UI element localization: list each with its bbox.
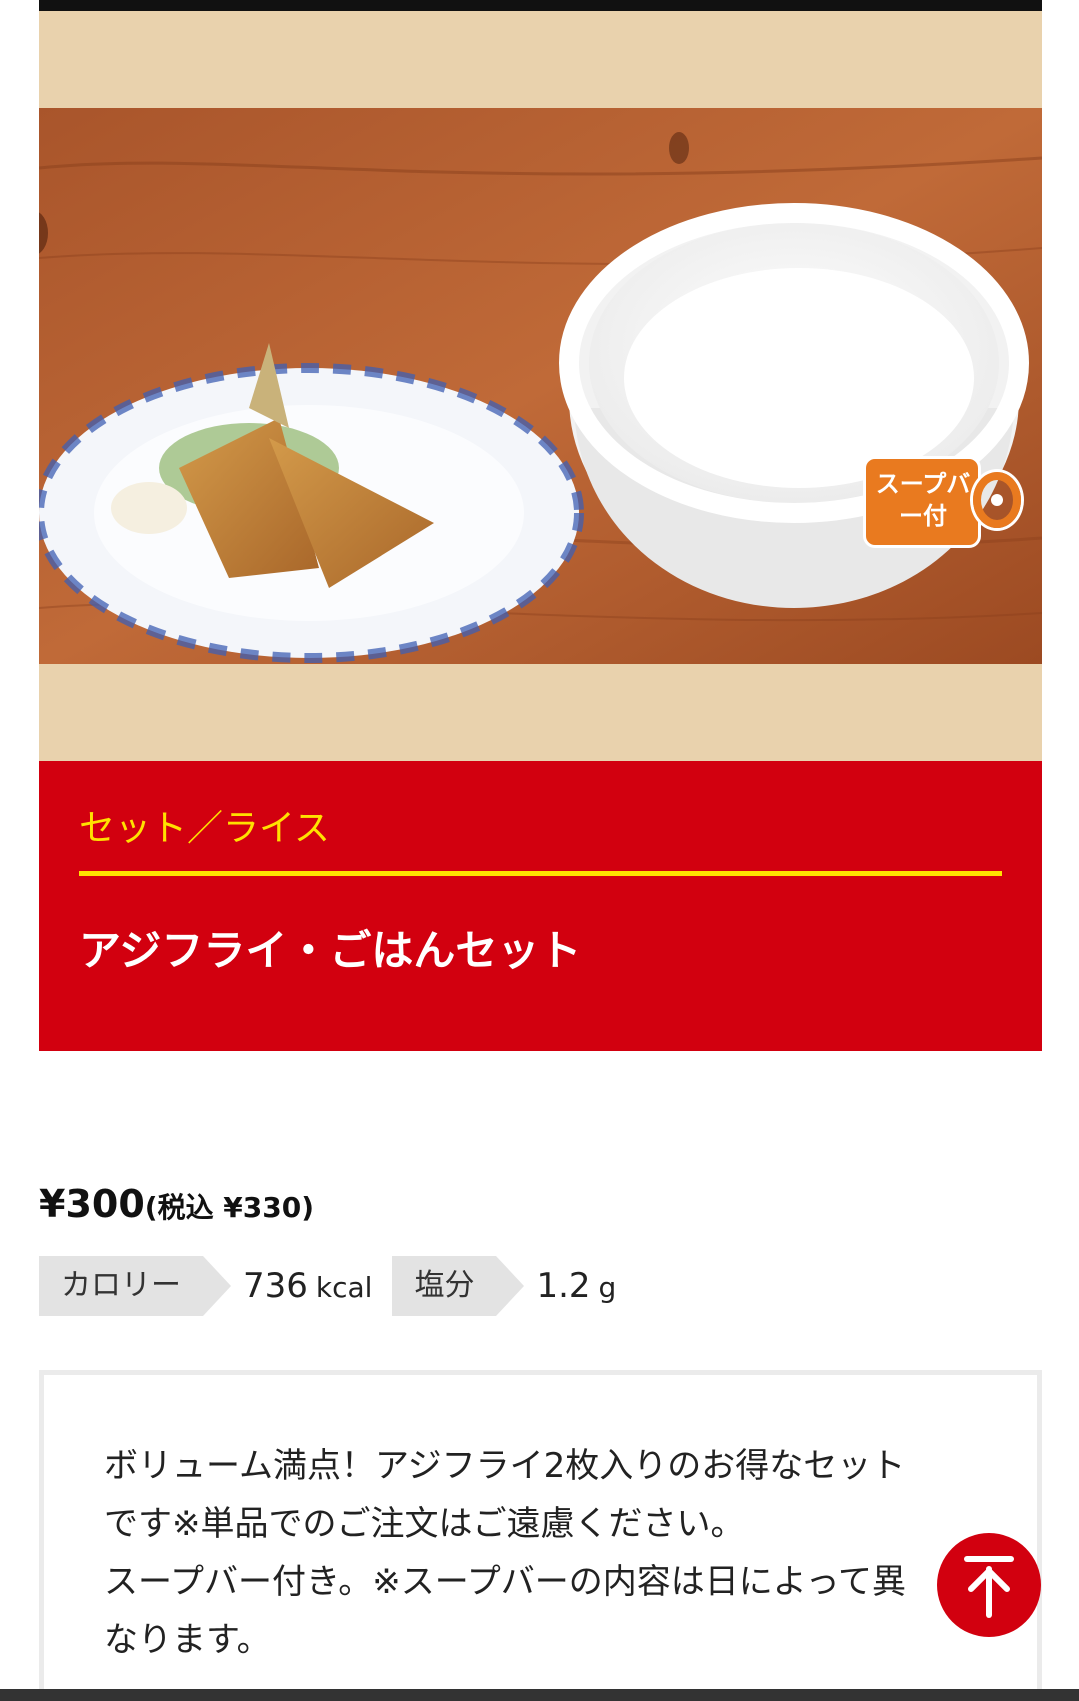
salt-value: 1.2 g: [536, 1266, 617, 1306]
product-photo: [39, 108, 1042, 664]
calorie-unit: kcal: [315, 1271, 373, 1304]
bottom-bar: [0, 1689, 1079, 1701]
product-title-panel: セット／ライス アジフライ・ごはんセット: [39, 761, 1042, 1051]
arrow-up-to-line-icon: [964, 1556, 1014, 1618]
price-tax-included: (税込 ¥330): [144, 1191, 315, 1224]
product-photo-illustration: [39, 108, 1042, 664]
nutrition-info: カロリー 736 kcal 塩分 1.2 g: [39, 1256, 636, 1316]
product-title: アジフライ・ごはんセット: [79, 926, 582, 975]
soup-bar-badge: スープバー付: [863, 456, 1023, 548]
description-box: ボリューム満点！アジフライ2枚入りのお得なセット です※単品でのご注文はご遠慮く…: [39, 1370, 1042, 1701]
back-to-top-button[interactable]: [937, 1533, 1041, 1637]
calorie-tag: カロリー: [39, 1256, 231, 1316]
hero-image-area: スープバー付: [39, 11, 1042, 761]
calorie-value: 736 kcal: [243, 1266, 373, 1306]
soup-bar-badge-label: スープバー付: [875, 470, 971, 530]
salt-tag: 塩分: [392, 1256, 525, 1316]
cup-handle-icon: [973, 472, 1021, 528]
price-main: ¥300: [39, 1182, 145, 1226]
description-text: ボリューム満点！アジフライ2枚入りのお得なセット です※単品でのご注文はご遠慮く…: [104, 1446, 906, 1660]
salt-unit: g: [598, 1271, 617, 1304]
category-label: セット／ライス: [79, 808, 330, 849]
category-divider: [79, 871, 1002, 876]
top-black-bar: [39, 0, 1042, 11]
price: ¥300(税込 ¥330): [39, 1182, 314, 1226]
